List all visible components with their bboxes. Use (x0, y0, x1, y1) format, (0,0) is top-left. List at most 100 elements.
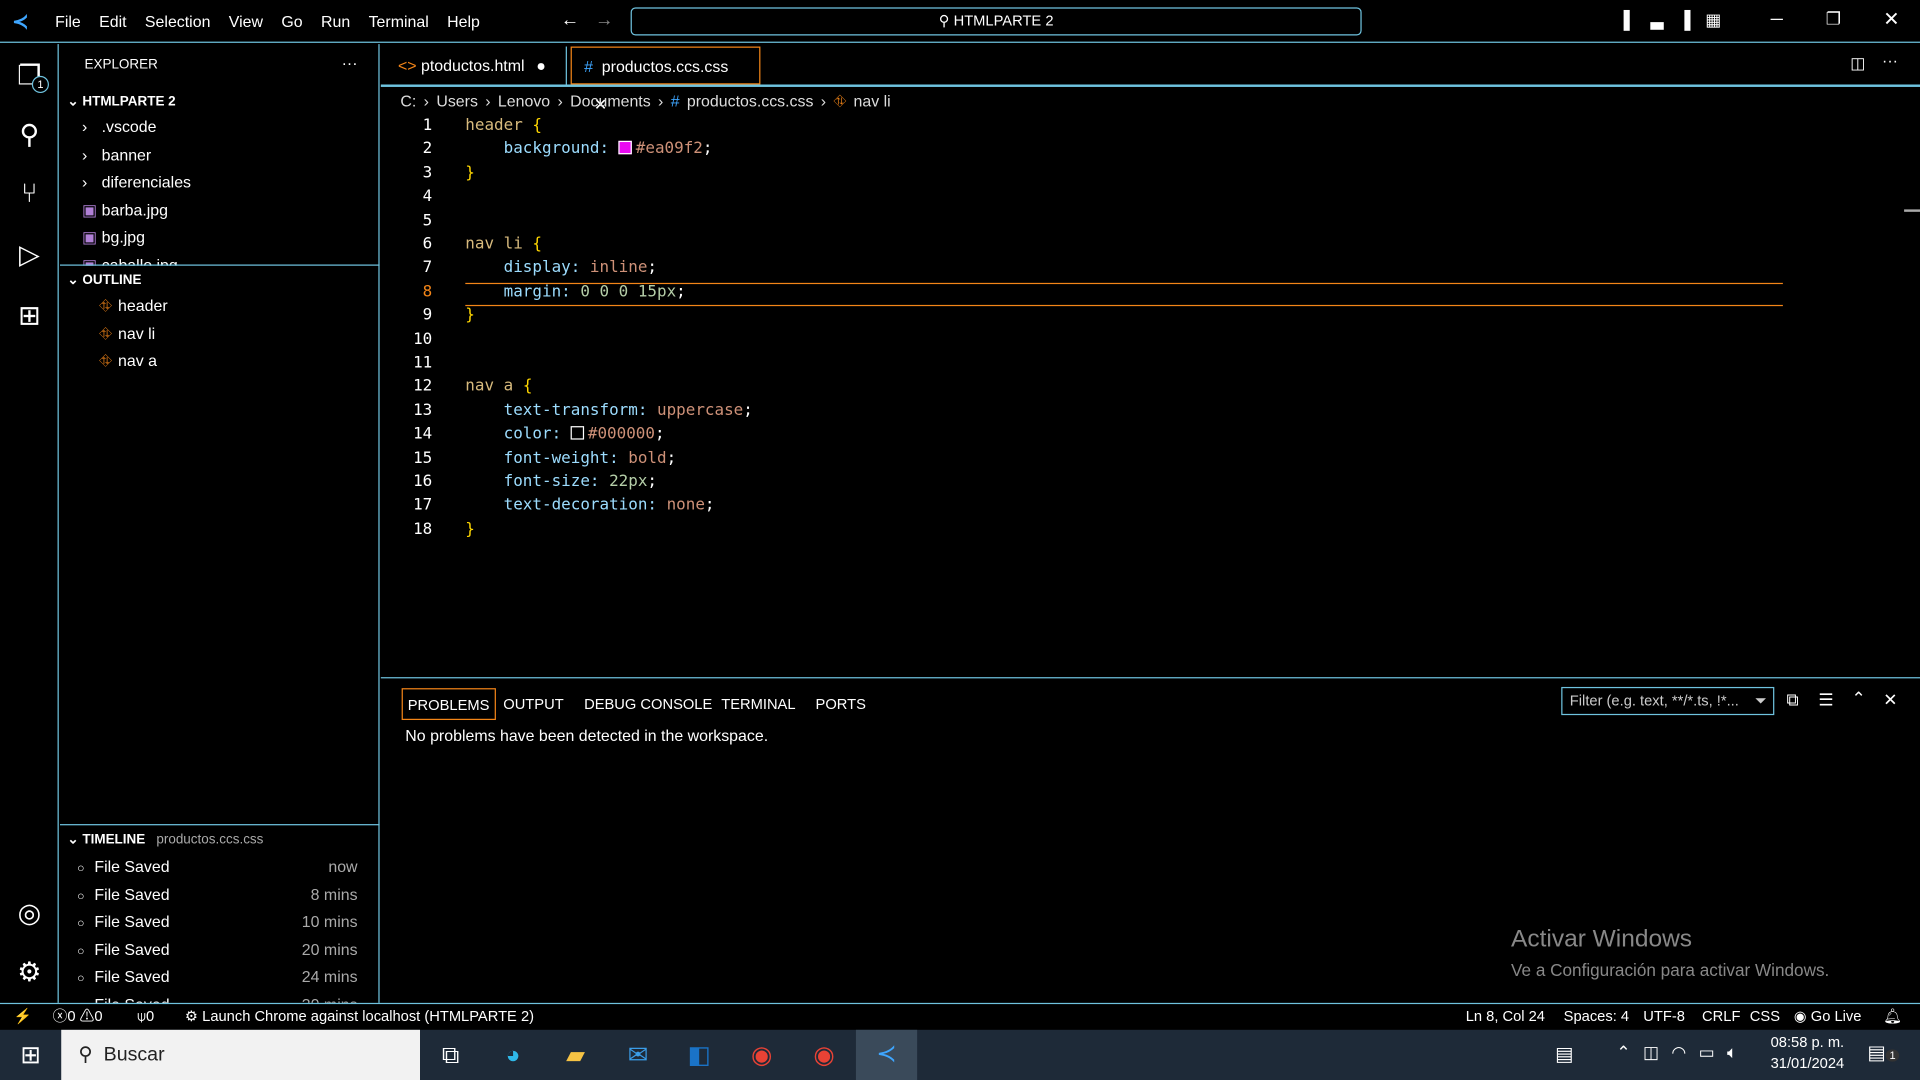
more-actions-icon[interactable]: ··· (342, 54, 358, 72)
more-actions-icon[interactable]: ··· (1882, 51, 1898, 69)
layout-toggles[interactable]: ▌▃▐▦ (1624, 10, 1736, 31)
source-control-icon[interactable]: ⑂ (12, 176, 46, 210)
tree-item-label: bg.jpg (101, 227, 146, 247)
remote-icon[interactable]: ⚡ (13, 1004, 31, 1030)
tab-ptoductos-html[interactable]: <> ptoductos.html ● (386, 46, 567, 85)
scrollbar[interactable] (1904, 209, 1920, 212)
taskbar-search[interactable]: ⚲ Buscar (61, 1029, 421, 1080)
problems-filter-input[interactable]: Filter (e.g. text, **/*.ts, !*... ⏷ (1561, 686, 1775, 716)
view-as-list-icon[interactable]: ☰ (1818, 689, 1833, 710)
color-swatch[interactable] (570, 426, 585, 440)
menu-file[interactable]: File (55, 12, 81, 30)
crumb-documents[interactable]: Documents (570, 89, 651, 113)
tab-output[interactable]: OUTPUT (498, 688, 568, 720)
launch-config[interactable]: ⚙ Launch Chrome against localhost (HTMLP… (185, 1004, 534, 1030)
timeline-item[interactable]: ○ File Saved now (60, 853, 378, 880)
maximize-button[interactable]: ❐ (1826, 9, 1841, 30)
forward-arrow-icon[interactable]: → (595, 10, 613, 31)
crumb-users[interactable]: Users (436, 89, 478, 113)
timeline-item[interactable]: ○ File Saved 10 mins (60, 909, 378, 936)
task-view-icon[interactable]: ⧉ (426, 1037, 475, 1074)
indentation[interactable]: Spaces: 4 (1564, 1004, 1629, 1030)
timeline-item[interactable]: ○ File Saved 20 mins (60, 936, 378, 963)
edge-icon[interactable]: ◕ (489, 1037, 538, 1074)
collapse-all-icon[interactable]: ⧉ (1787, 689, 1799, 710)
close-panel-icon[interactable]: ✕ (1883, 689, 1897, 710)
code-line: header { (465, 116, 542, 134)
outline-item[interactable]: ⛗ header (60, 293, 378, 320)
timeline-item[interactable]: ○ File Saved 24 mins (60, 964, 378, 991)
cursor-position[interactable]: Ln 8, Col 24 (1466, 1004, 1545, 1030)
tab-debug-console[interactable]: DEBUG CONSOLE (579, 688, 717, 720)
encoding[interactable]: UTF-8 (1643, 1004, 1685, 1030)
vscode-taskbar-icon[interactable]: ≺ (855, 1029, 918, 1080)
menu-edit[interactable]: Edit (99, 12, 126, 30)
menu-terminal[interactable]: Terminal (369, 12, 429, 30)
timeline-item[interactable]: ○File Saved30 mins (60, 991, 378, 1003)
maximize-panel-icon[interactable]: ⌃ (1851, 688, 1865, 709)
unsaved-dot-icon[interactable]: ● (536, 56, 546, 74)
close-window-button[interactable]: ✕ (1883, 7, 1899, 31)
outline-header[interactable]: ⌄ OUTLINE (67, 272, 141, 288)
menu-help[interactable]: Help (447, 12, 480, 30)
windows-start-icon[interactable]: ⊞ (6, 1037, 55, 1074)
split-editor-icon[interactable]: ◫ (1850, 54, 1865, 74)
chrome-icon[interactable]: ◉ (737, 1037, 786, 1074)
line-number: 12 (413, 377, 433, 396)
account-icon[interactable]: ◎ (12, 896, 46, 930)
tab-ports[interactable]: PORTS (811, 688, 871, 720)
timeline-time: now (328, 857, 358, 876)
tab-terminal[interactable]: TERMINAL (716, 688, 800, 720)
crumb-symbol[interactable]: nav li (854, 89, 891, 113)
color-swatch[interactable] (618, 141, 633, 155)
problems-status[interactable]: ⓧ0 ⚠0 (53, 1004, 103, 1030)
notifications-icon[interactable]: ▤ 1 (1867, 1041, 1900, 1065)
system-tray-icons[interactable]: ⌃◫◠▭🔈︎ (1616, 1042, 1749, 1063)
menu-selection[interactable]: Selection (145, 12, 210, 30)
command-center[interactable]: ⚲ HTMLPARTE 2 (630, 7, 1362, 36)
tree-item[interactable]: › banner (60, 141, 378, 168)
go-live-button[interactable]: ◉ Go Live (1794, 1004, 1862, 1030)
menu-run[interactable]: Run (321, 12, 350, 30)
gear-icon[interactable]: ⚙ (12, 955, 46, 989)
explorer-files-icon[interactable]: ❐ 1 (12, 59, 49, 94)
extensions-icon[interactable]: ⊞ (12, 299, 46, 333)
minimize-button[interactable]: ─ (1771, 9, 1783, 29)
timeline-item[interactable]: ○ File Saved 8 mins (60, 881, 378, 908)
line-ending[interactable]: CRLF (1702, 1004, 1740, 1030)
ports-status[interactable]: ⍦0 (137, 1004, 154, 1030)
menu-go[interactable]: Go (281, 12, 302, 30)
outline-item[interactable]: ⛗ nav a (60, 348, 378, 375)
tree-item[interactable]: ▣ bg.jpg (60, 224, 378, 251)
crumb-lenovo[interactable]: Lenovo (498, 89, 550, 113)
timeline-list: ○ File Saved now ○ File Saved 8 mins ○ File Sav… (60, 853, 378, 1003)
tree-item[interactable]: › .vscode (60, 114, 378, 141)
tree-item[interactable]: › diferenciales (60, 169, 378, 196)
crumb-file[interactable]: productos.ccs.css (687, 89, 814, 113)
minimap[interactable] (1789, 114, 1826, 151)
file-explorer-icon[interactable]: ▰ (551, 1037, 600, 1074)
menu-view[interactable]: View (229, 12, 263, 30)
tab-problems[interactable]: PROBLEMS (401, 688, 496, 721)
language-mode[interactable]: CSS (1750, 1004, 1780, 1030)
outline-item[interactable]: ⛗ nav li (60, 320, 378, 347)
back-arrow-icon[interactable]: ← (561, 10, 579, 31)
crumb-drive[interactable]: C: (400, 89, 416, 113)
tab-productos-css[interactable]: # productos.ccs.css ✕ (570, 46, 761, 114)
folder-header[interactable]: ⌄ HTMLPARTE 2 (67, 93, 175, 109)
bell-icon[interactable]: 🔔︎ (1883, 1004, 1902, 1030)
code-token: bold (628, 448, 667, 468)
timeline-header[interactable]: ⌄ TIMELINE productos.ccs.css (67, 831, 263, 848)
search-icon[interactable]: ⚲ (12, 118, 46, 152)
tree-item[interactable]: ▣ barba.jpg (60, 197, 378, 224)
news-icon[interactable]: ▤ (1555, 1042, 1574, 1066)
clock[interactable]: 08:58 p. m. 31/01/2024 (1771, 1033, 1845, 1071)
outlook-icon[interactable]: ◧ (675, 1037, 724, 1074)
code-editor[interactable]: 1 header {2 background: #ea09f2; 3} 4 5 6 nav … (381, 114, 1920, 677)
run-debug-icon[interactable]: ▷ (12, 238, 46, 272)
chrome-icon[interactable]: ◉ (800, 1037, 849, 1074)
symbol-class-icon: ⛗ (99, 296, 112, 315)
warning-icon: ⚠ (79, 1007, 95, 1025)
filter-icon[interactable]: ⏷ (1755, 688, 1767, 714)
mail-icon[interactable]: ✉ (613, 1037, 662, 1074)
